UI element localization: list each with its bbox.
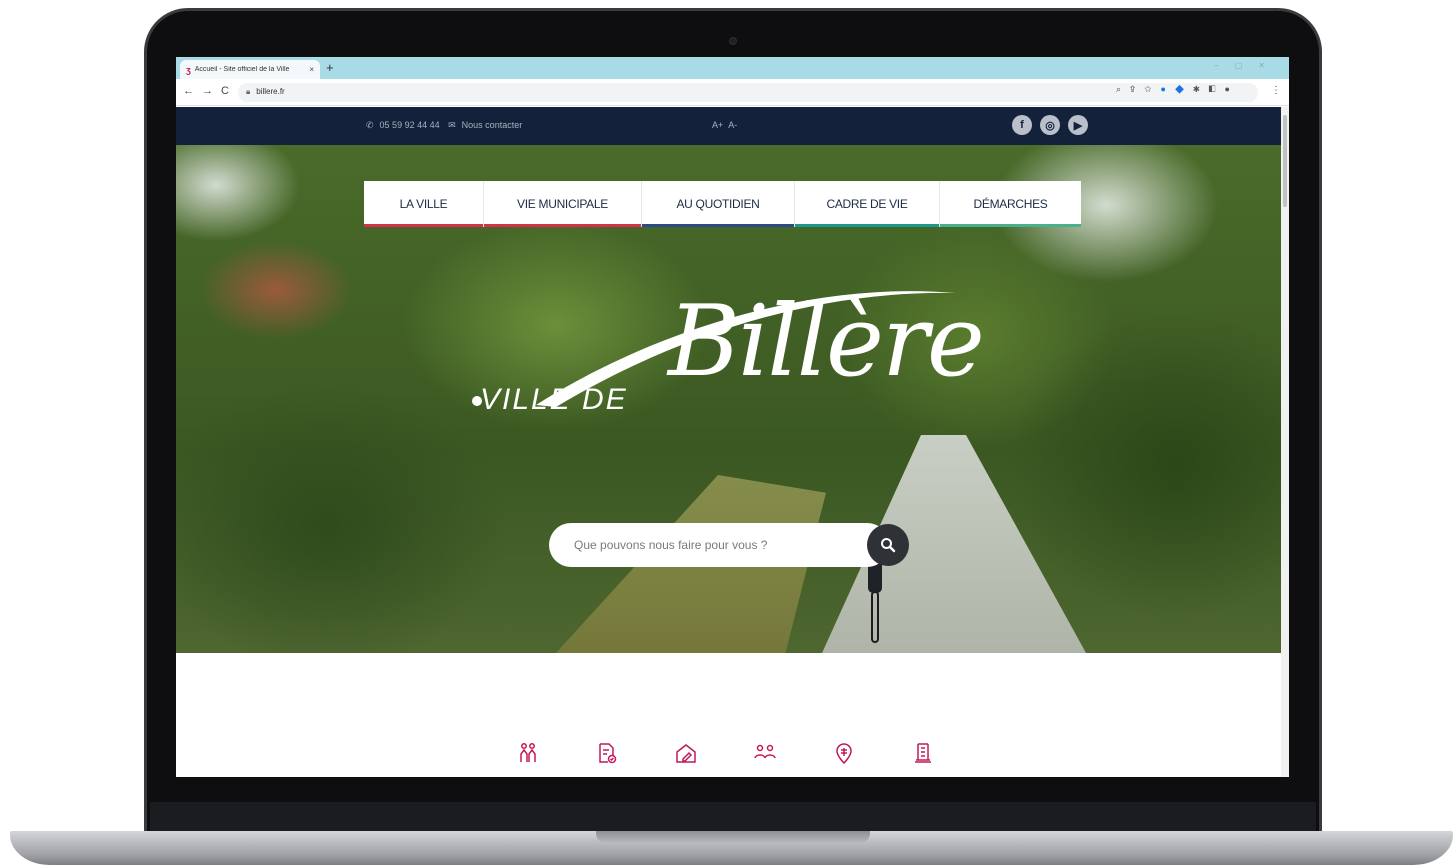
extension-chat-icon[interactable]: ◆ bbox=[1175, 84, 1193, 94]
tab-title: Accueil - Site officiel de la Ville bbox=[194, 66, 290, 73]
group-icon[interactable] bbox=[753, 741, 777, 765]
nav-accent-bar bbox=[795, 224, 939, 227]
font-decrease-button[interactable]: A- bbox=[728, 120, 737, 130]
mail-icon: ✉ bbox=[448, 120, 456, 130]
nav-item-cadre-de-vie[interactable]: CADRE DE VIE bbox=[795, 181, 940, 227]
screen: ʒ Accueil - Site officiel de la Ville × … bbox=[176, 57, 1289, 777]
phone-icon: ✆ bbox=[366, 120, 374, 130]
address-bar[interactable]: 🔒︎ billere.fr bbox=[238, 83, 1258, 102]
tab-close-icon[interactable]: × bbox=[309, 65, 314, 74]
bookmark-star-icon[interactable]: ☆ bbox=[1144, 84, 1160, 94]
nav-item-demarches[interactable]: DÉMARCHES bbox=[940, 181, 1081, 227]
instagram-icon[interactable]: ◎ bbox=[1040, 115, 1060, 135]
nav-accent-bar bbox=[940, 224, 1081, 227]
scrollbar-thumb[interactable] bbox=[1283, 115, 1287, 207]
contact-info: ✆ 05 59 92 44 44 ✉ Nous contacter bbox=[366, 120, 528, 131]
zoom-icon[interactable]: ⌕ bbox=[1116, 84, 1130, 94]
nav-item-au-quotidien[interactable]: AU QUOTIDIEN bbox=[642, 181, 795, 227]
nav-accent-bar bbox=[642, 224, 794, 227]
webcam bbox=[729, 37, 737, 45]
site-search bbox=[549, 523, 909, 567]
document-check-icon[interactable] bbox=[595, 741, 619, 765]
house-edit-icon[interactable] bbox=[674, 741, 698, 765]
browser-nav-buttons: ←→C bbox=[183, 85, 237, 97]
nav-label: VIE MUNICIPALE bbox=[517, 197, 608, 211]
logo-prefix: VILLE DE bbox=[480, 383, 628, 416]
website: ✆ 05 59 92 44 44 ✉ Nous contacter A+ A- f … bbox=[176, 107, 1281, 777]
building-column-icon[interactable] bbox=[911, 741, 935, 765]
new-tab-button[interactable]: + bbox=[326, 60, 334, 75]
logo-name: Billère bbox=[668, 285, 985, 399]
contact-link[interactable]: Nous contacter bbox=[462, 120, 523, 130]
search-button[interactable] bbox=[867, 524, 909, 566]
site-favicon-icon: ʒ bbox=[186, 64, 191, 75]
nav-label: DÉMARCHES bbox=[973, 197, 1048, 211]
lock-icon: 🔒︎ bbox=[246, 87, 251, 96]
location-pin-icon[interactable] bbox=[832, 741, 856, 765]
family-icon[interactable] bbox=[516, 741, 540, 765]
social-links: f ◎ ▶ bbox=[1012, 115, 1088, 135]
hero-banner: LA VILLE VIE MUNICIPALE AU QUOTIDIEN CAD… bbox=[176, 145, 1281, 653]
quick-access-section bbox=[176, 653, 1281, 777]
search-input[interactable] bbox=[549, 523, 889, 567]
back-button[interactable]: ← bbox=[183, 85, 202, 97]
city-logo: VILLE DE Billère bbox=[472, 285, 985, 435]
nav-label: LA VILLE bbox=[399, 197, 448, 211]
forward-button[interactable]: → bbox=[202, 85, 221, 97]
url-text: billere.fr bbox=[256, 87, 285, 96]
share-icon[interactable]: ⇪ bbox=[1130, 84, 1144, 94]
phone-number[interactable]: 05 59 92 44 44 bbox=[380, 120, 440, 130]
page-scrollbar[interactable] bbox=[1281, 107, 1289, 777]
font-increase-button[interactable]: A+ bbox=[712, 120, 723, 130]
site-top-bar: ✆ 05 59 92 44 44 ✉ Nous contacter A+ A- f … bbox=[176, 107, 1281, 145]
window-controls[interactable]: –▢✕ bbox=[1214, 61, 1281, 70]
nav-item-la-ville[interactable]: LA VILLE bbox=[364, 181, 484, 227]
laptop-notch bbox=[596, 831, 870, 843]
reload-button[interactable]: C bbox=[221, 85, 237, 97]
nav-accent-bar bbox=[364, 224, 483, 227]
browser-tab[interactable]: ʒ Accueil - Site officiel de la Ville × bbox=[180, 60, 320, 79]
side-panel-icon[interactable]: ◧ bbox=[1209, 84, 1225, 94]
nav-label: AU QUOTIDIEN bbox=[676, 197, 760, 211]
search-icon bbox=[881, 538, 896, 553]
extensions-puzzle-icon[interactable]: ✱ bbox=[1193, 84, 1209, 94]
extension-blue-icon[interactable]: ● bbox=[1161, 84, 1175, 94]
browser-toolbar: ←→C 🔒︎ billere.fr ⌕⇪☆●◆✱◧● ⋮ bbox=[176, 79, 1289, 106]
nav-item-vie-municipale[interactable]: VIE MUNICIPALE bbox=[484, 181, 642, 227]
facebook-icon[interactable]: f bbox=[1012, 115, 1032, 135]
nav-accent-bar bbox=[484, 224, 641, 227]
browser-menu-icon[interactable]: ⋮ bbox=[1271, 85, 1281, 96]
toolbar-icons: ⌕⇪☆●◆✱◧● bbox=[1116, 84, 1239, 95]
browser-tab-bar: ʒ Accueil - Site officiel de la Ville × … bbox=[176, 57, 1289, 79]
nav-label: CADRE DE VIE bbox=[826, 197, 908, 211]
quick-access-icons bbox=[516, 741, 935, 765]
youtube-icon[interactable]: ▶ bbox=[1068, 115, 1088, 135]
font-size-controls: A+ A- bbox=[712, 120, 737, 130]
profile-avatar-icon[interactable]: ● bbox=[1225, 84, 1239, 94]
main-navigation: LA VILLE VIE MUNICIPALE AU QUOTIDIEN CAD… bbox=[364, 181, 1081, 227]
